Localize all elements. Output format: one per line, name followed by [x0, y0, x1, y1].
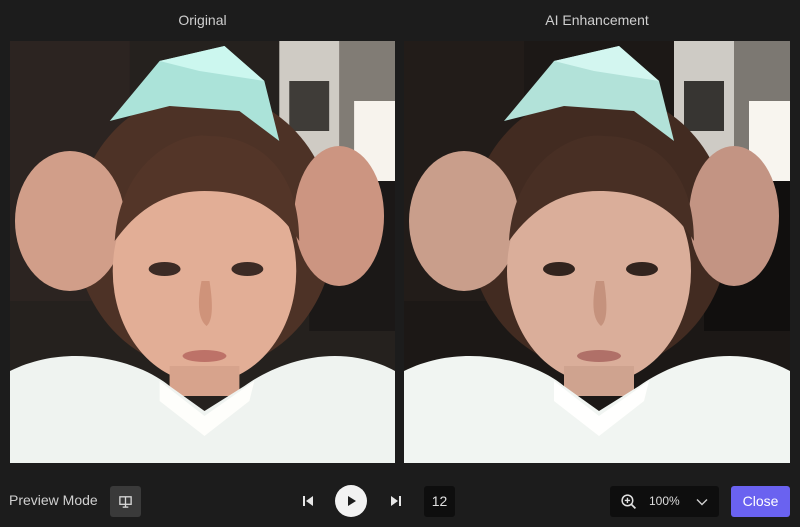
preview-mode-toggle-button[interactable]	[110, 486, 141, 517]
zoom-in-icon	[621, 494, 637, 510]
previous-frame-button[interactable]	[297, 490, 319, 512]
zoom-dropdown[interactable]: 100%	[610, 486, 719, 517]
close-button[interactable]: Close	[731, 486, 790, 517]
next-frame-button[interactable]	[385, 490, 407, 512]
chevron-down-icon	[696, 499, 708, 506]
enhanced-preview-image	[404, 41, 790, 463]
enhanced-panel-title: AI Enhancement	[545, 12, 649, 28]
monitor-split-icon	[119, 496, 132, 508]
zoom-value: 100%	[649, 494, 680, 508]
app-window: Original AI Enhancement Preview Mode 12 …	[0, 0, 800, 527]
original-panel-title: Original	[178, 12, 227, 28]
bottom-toolbar: Preview Mode 12 100% Close	[0, 475, 800, 527]
play-button[interactable]	[335, 485, 367, 517]
skip-previous-icon	[303, 496, 313, 506]
preview-mode-label: Preview Mode	[9, 492, 98, 508]
play-icon	[348, 496, 356, 506]
skip-next-icon	[391, 496, 401, 506]
original-preview-image	[10, 41, 395, 463]
frame-number-field[interactable]: 12	[424, 486, 455, 517]
